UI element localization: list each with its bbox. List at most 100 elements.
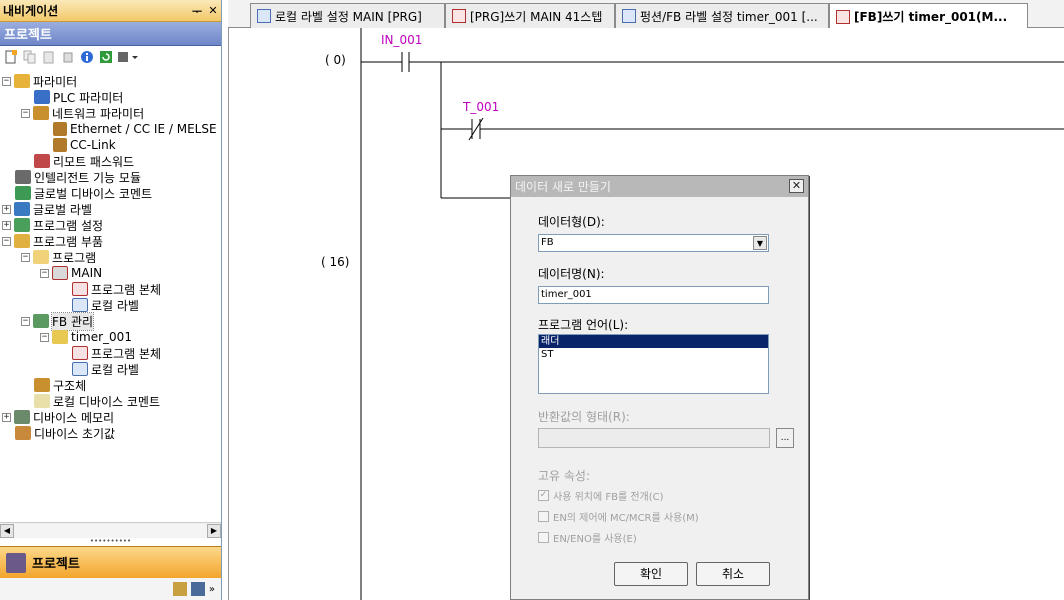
language-label: 프로그램 언어(L): [538, 318, 629, 332]
horizontal-scrollbar[interactable]: ◀ ▶ [0, 522, 221, 538]
tree-item-fb-program-body[interactable]: 프로그램 본체 [72, 345, 161, 361]
expand-icon[interactable]: + [2, 204, 11, 214]
project-tree[interactable]: − 파라미터 PLC 파라미터 − 네트워크 파라미터 Ethernet / CC … [0, 70, 221, 522]
tree-item-label: MAIN [71, 266, 103, 280]
tab-fb-timer[interactable]: [FB]쓰기 timer_001(M... [829, 3, 1028, 29]
more-icon[interactable]: » [209, 584, 215, 595]
collapse-icon[interactable]: − [21, 252, 30, 262]
collapse-icon[interactable]: − [21, 108, 30, 118]
scroll-left-icon[interactable]: ◀ [0, 523, 14, 538]
contact-label-in-001[interactable]: IN_001 [381, 33, 422, 47]
use-en-eno-checkbox: EN/ENO를 사용(E) [538, 530, 637, 545]
scroll-track[interactable] [14, 523, 207, 538]
chevron-down-icon[interactable]: ▼ [753, 236, 767, 250]
tree-item-label: 프로그램 설정 [33, 218, 104, 233]
device-comment-icon [34, 394, 50, 408]
fb-folder-icon [33, 314, 49, 328]
ladder-sheet-icon [836, 9, 850, 24]
tree-item-program-parts[interactable]: − 프로그램 부품 [2, 233, 103, 249]
paste-icon[interactable] [40, 49, 57, 66]
user-library-icon[interactable] [172, 582, 187, 596]
data-name-label: 데이터명(N): [538, 267, 605, 281]
data-type-select[interactable]: FB ▼ [538, 234, 769, 252]
tree-item-local-label[interactable]: 로컬 라벨 [72, 297, 139, 313]
tree-item-cc-link[interactable]: CC-Link [53, 137, 116, 153]
program-setting-icon [14, 218, 30, 232]
tree-item-label: 글로벌 라벨 [33, 202, 93, 217]
delete-icon[interactable] [59, 49, 76, 66]
connection-icon[interactable] [190, 582, 205, 596]
property-icon[interactable] [78, 49, 95, 66]
ok-button[interactable]: 확인 [614, 562, 688, 586]
ladder-sheet-icon [452, 9, 466, 23]
tree-item-remote-password[interactable]: 리모트 패스워드 [34, 153, 134, 169]
tree-item-program-body[interactable]: 프로그램 본체 [72, 281, 161, 297]
language-list[interactable]: 래더 ST [538, 334, 769, 394]
collapse-icon[interactable]: − [21, 316, 30, 326]
tree-item-parameter[interactable]: − 파라미터 [2, 73, 77, 89]
tree-item-fb-local-label[interactable]: 로컬 라벨 [72, 361, 139, 377]
cancel-button[interactable]: 취소 [696, 562, 770, 586]
local-label-icon [72, 362, 88, 376]
collapse-icon[interactable]: − [40, 332, 49, 342]
tree-item-local-device-comment[interactable]: 로컬 디바이스 코멘트 [34, 393, 160, 409]
program-icon [52, 266, 68, 280]
tree-item-label: 로컬 라벨 [91, 362, 139, 377]
collapse-icon[interactable]: − [2, 236, 11, 246]
device-initial-value-icon [15, 426, 31, 440]
copy-icon[interactable] [21, 49, 38, 66]
checkbox-checked-icon: ✓ [538, 489, 549, 501]
tree-item-label: timer_001 [71, 330, 132, 344]
splitter-grip[interactable]: •••••••••• [0, 538, 221, 546]
project-tab[interactable]: 프로젝트 [0, 546, 221, 578]
dialog-title-bar: 데이터 새로 만들기 ✕ [511, 176, 808, 197]
language-option-st[interactable]: ST [539, 348, 768, 361]
tree-item-program-setting[interactable]: + 프로그램 설정 [2, 217, 103, 233]
tree-item-structure[interactable]: 구조체 [34, 377, 86, 393]
ladder-body-icon [72, 282, 88, 296]
tree-item-timer-001[interactable]: − timer_001 [40, 329, 132, 345]
tree-item-global-label[interactable]: + 글로벌 라벨 [2, 201, 92, 217]
scroll-right-icon[interactable]: ▶ [207, 523, 221, 538]
language-option-ladder[interactable]: 래더 [539, 335, 768, 348]
tree-item-program[interactable]: − 프로그램 [21, 249, 96, 265]
expand-icon[interactable]: + [2, 220, 11, 230]
tree-item-network-parameter[interactable]: − 네트워크 파라미터 [21, 105, 144, 121]
expand-icon[interactable]: + [2, 412, 11, 422]
filter-icon[interactable] [116, 49, 140, 66]
ladder-body-icon [72, 346, 88, 360]
folder-icon [33, 250, 49, 264]
tab-prg-main[interactable]: [PRG]쓰기 MAIN 41스텝 [445, 3, 615, 28]
contact-label-t-001[interactable]: T_001 [463, 100, 499, 114]
new-data-icon[interactable] [2, 49, 19, 66]
refresh-icon[interactable] [97, 49, 114, 66]
tab-label: [PRG]쓰기 MAIN 41스텝 [470, 9, 603, 24]
structure-icon [34, 378, 50, 392]
tree-item-intelligent-module[interactable]: 인텔리전트 기능 모듈 [15, 169, 141, 185]
tree-item-global-device-comment[interactable]: 글로벌 디바이스 코멘트 [15, 185, 152, 201]
close-icon[interactable]: ✕ [205, 4, 221, 17]
tree-item-device-memory[interactable]: + 디바이스 메모리 [2, 409, 114, 425]
expand-fb-checkbox: ✓ 사용 위치에 FB를 전개(C) [538, 488, 664, 503]
device-comment-icon [15, 186, 31, 200]
global-label-icon [14, 202, 30, 216]
tab-fb-label-timer[interactable]: 펑션/FB 라벨 설정 timer_001 [... [615, 3, 829, 28]
data-type-value: FB [541, 237, 554, 248]
tree-item-label: 프로그램 부품 [33, 234, 104, 249]
close-icon[interactable]: ✕ [789, 179, 804, 193]
tree-item-device-initial-value[interactable]: 디바이스 초기값 [15, 425, 115, 441]
checkbox-label: 사용 위치에 FB를 전개(C) [553, 491, 664, 503]
tab-local-label-main[interactable]: 로컬 라벨 설정 MAIN [PRG] [250, 3, 445, 28]
tree-item-main[interactable]: − MAIN [40, 265, 102, 281]
collapse-icon[interactable]: − [40, 268, 49, 278]
browse-button: ... [776, 428, 794, 448]
tree-item-label: CC-Link [70, 138, 116, 152]
tree-item-fb-management[interactable]: − FB 관리 [21, 311, 95, 331]
tree-item-ethernet[interactable]: Ethernet / CC IE / MELSE [53, 121, 217, 137]
tree-item-plc-parameter[interactable]: PLC 파라미터 [34, 89, 123, 105]
tree-item-label: Ethernet / CC IE / MELSE [70, 122, 217, 136]
collapse-icon[interactable]: − [2, 76, 11, 86]
pin-icon[interactable]: ᅮ [189, 3, 205, 19]
data-name-input[interactable]: timer_001 [538, 286, 769, 304]
network-module-icon [53, 138, 67, 152]
